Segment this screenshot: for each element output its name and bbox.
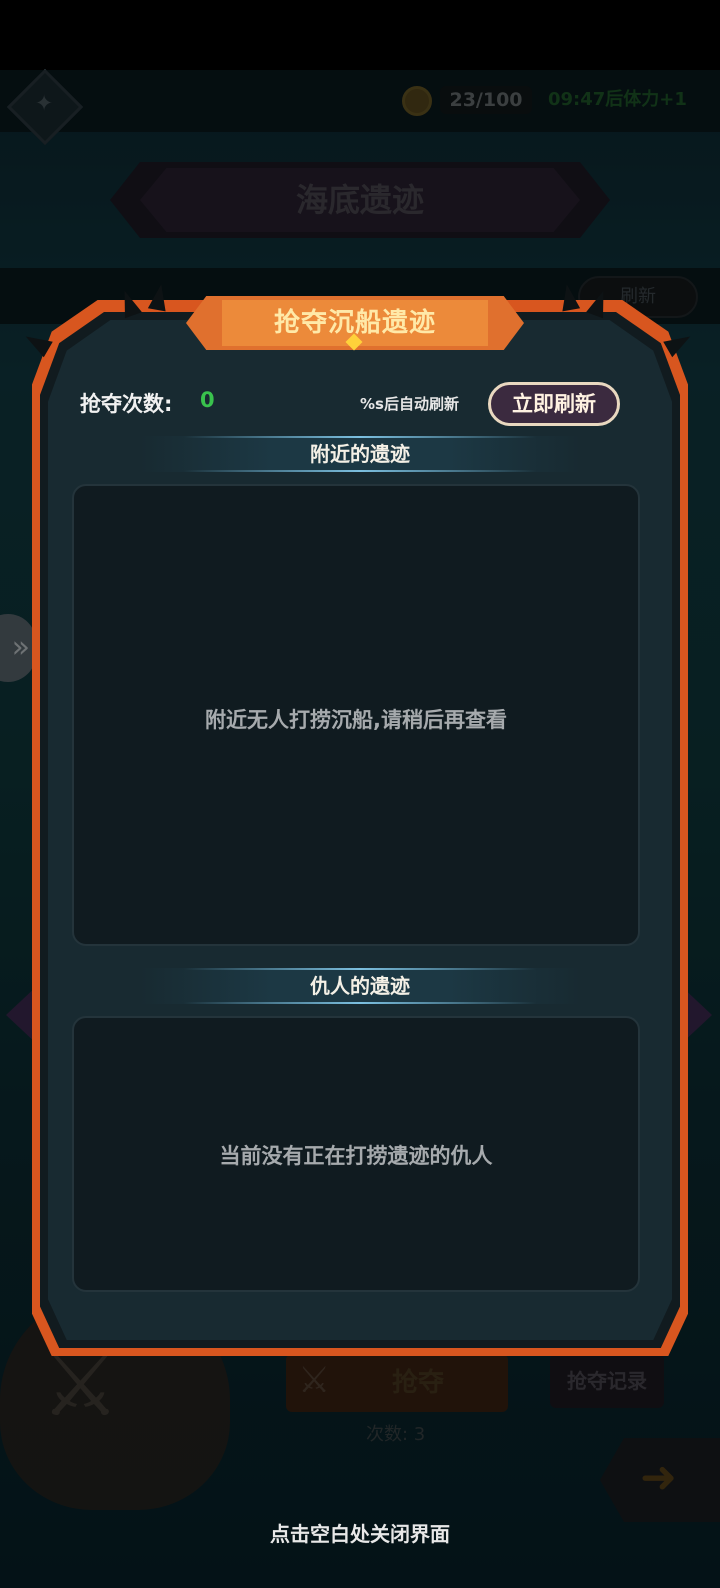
enemy-heading: 仇人的遗迹	[140, 968, 580, 1004]
nearby-heading: 附近的遗迹	[140, 436, 580, 472]
refresh-now-button[interactable]: 立即刷新	[488, 382, 620, 426]
enemy-empty-text: 当前没有正在打捞遗迹的仇人	[219, 1144, 493, 1168]
rob-count-value: 0	[200, 388, 215, 412]
close-hint: 点击空白处关闭界面	[270, 1522, 450, 1546]
rob-count-label: 抢夺次数:	[80, 392, 173, 416]
nearby-list-panel: 附近无人打捞沉船,请稍后再查看	[72, 484, 640, 946]
enemy-list-panel: 当前没有正在打捞遗迹的仇人	[72, 1016, 640, 1292]
auto-refresh-text: %s后自动刷新	[360, 395, 459, 413]
nearby-empty-text: 附近无人打捞沉船,请稍后再查看	[205, 708, 507, 732]
